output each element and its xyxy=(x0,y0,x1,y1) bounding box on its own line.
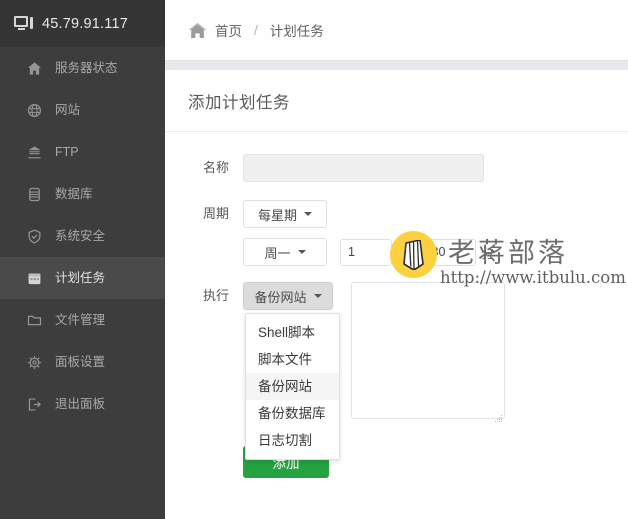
menu-item-shell-script[interactable]: Shell脚本 xyxy=(246,319,339,346)
sidebar-item-label: 服务器状态 xyxy=(55,60,118,75)
sidebar-item-label: 网站 xyxy=(55,102,81,117)
ftp-icon xyxy=(27,145,42,160)
calendar-icon xyxy=(27,271,42,286)
breadcrumb: 首页 / 计划任务 xyxy=(165,0,628,61)
sidebar-item-database[interactable]: 数据库 xyxy=(0,173,165,215)
hour-input[interactable] xyxy=(340,238,392,266)
breadcrumb-home[interactable]: 首页 xyxy=(215,20,242,40)
sidebar-item-security[interactable]: 系统安全 xyxy=(0,215,165,257)
home-icon xyxy=(188,22,207,39)
name-label: 名称 xyxy=(202,160,229,175)
pencil-icon xyxy=(402,239,425,275)
folder-icon xyxy=(27,313,42,328)
sidebar-item-panel-settings[interactable]: 面板设置 xyxy=(0,341,165,383)
sidebar-item-label: 数据库 xyxy=(55,186,93,201)
sidebar-item-label: 文件管理 xyxy=(55,312,106,327)
monitor-icon xyxy=(14,15,33,32)
watermark-title: 老蒋部落 xyxy=(448,238,568,269)
sidebar-item-website[interactable]: 网站 xyxy=(0,89,165,131)
breadcrumb-current: 计划任务 xyxy=(269,24,324,39)
sidebar-item-label: 退出面板 xyxy=(55,396,106,411)
execute-type-menu: Shell脚本 脚本文件 备份网站 备份数据库 日志切割 xyxy=(245,313,340,460)
sidebar-item-label: FTP xyxy=(55,144,79,159)
menu-item-backup-database[interactable]: 备份数据库 xyxy=(246,400,339,427)
chevron-down-icon xyxy=(304,212,312,216)
sidebar-item-server-status[interactable]: 服务器状态 xyxy=(0,47,165,89)
execute-label: 执行 xyxy=(202,288,229,303)
name-input[interactable] xyxy=(243,154,484,182)
execute-type-value: 备份网站 xyxy=(254,289,307,305)
sidebar-item-logout[interactable]: 退出面板 xyxy=(0,383,165,425)
watermark-url: http://www.itbulu.com xyxy=(440,268,626,287)
globe-icon xyxy=(27,103,42,118)
bt-panel-app: 45.79.91.117 服务器状态 网站 FTP 数据库 系统安全 计划任务 … xyxy=(0,0,628,519)
sidebar-item-files[interactable]: 文件管理 xyxy=(0,299,165,341)
execute-controls: 备份网站 Shell脚本 脚本文件 备份网站 备份数据库 日志切割 xyxy=(243,282,505,460)
sidebar-item-label: 计划任务 xyxy=(55,270,106,285)
menu-item-script-file[interactable]: 脚本文件 xyxy=(246,346,339,373)
execute-dropdown-wrap: 备份网站 Shell脚本 脚本文件 备份网站 备份数据库 日志切割 xyxy=(243,282,340,460)
form-row-submit: 添加 xyxy=(165,446,628,478)
sidebar: 45.79.91.117 服务器状态 网站 FTP 数据库 系统安全 计划任务 … xyxy=(0,0,165,519)
menu-item-log-rotate[interactable]: 日志切割 xyxy=(246,427,339,454)
sidebar-item-cron[interactable]: 计划任务 xyxy=(0,257,165,299)
execute-type-dropdown[interactable]: 备份网站 xyxy=(243,282,333,310)
menu-item-backup-website[interactable]: 备份网站 xyxy=(246,373,339,400)
cron-add-card: 添加计划任务 名称 周期 每星期 周一 1 30 分 执行 备份网站 Shell… xyxy=(165,70,628,519)
sidebar-item-ftp[interactable]: FTP xyxy=(0,131,165,173)
breadcrumb-separator: / xyxy=(254,22,258,38)
name-field-wrap xyxy=(243,154,484,182)
shield-icon xyxy=(27,229,42,244)
period-label: 周期 xyxy=(202,206,229,221)
cron-form: 名称 周期 每星期 周一 1 30 分 执行 备份网站 Shell脚本 脚本文件… xyxy=(165,132,628,478)
sidebar-item-label: 面板设置 xyxy=(55,354,106,369)
execute-textarea[interactable] xyxy=(351,282,505,419)
weekday-dropdown[interactable]: 周一 xyxy=(243,238,327,266)
sidebar-header[interactable]: 45.79.91.117 xyxy=(0,0,165,47)
weekday-value: 周一 xyxy=(264,245,291,261)
period-type-dropdown[interactable]: 每星期 xyxy=(243,200,327,228)
chevron-down-icon xyxy=(297,250,306,254)
form-row-execute: 执行 备份网站 Shell脚本 脚本文件 备份网站 备份数据库 日志切割 xyxy=(165,282,628,460)
gear-icon xyxy=(27,355,42,370)
form-row-period: 周期 每星期 xyxy=(165,200,628,228)
server-ip-label: 45.79.91.117 xyxy=(42,15,128,32)
period-type-value: 每星期 xyxy=(257,207,297,223)
sidebar-item-label: 系统安全 xyxy=(55,228,106,243)
logout-icon xyxy=(27,397,42,412)
period-type-wrap: 每星期 xyxy=(243,200,327,228)
home-icon xyxy=(27,61,42,76)
sidebar-nav: 服务器状态 网站 FTP 数据库 系统安全 计划任务 文件管理 面板设置 退出面… xyxy=(0,47,165,425)
form-row-name: 名称 xyxy=(165,154,628,182)
database-icon xyxy=(27,187,42,202)
chevron-down-icon xyxy=(313,294,322,298)
execute-textarea-wrap xyxy=(351,282,505,424)
page-title: 添加计划任务 xyxy=(165,70,628,132)
